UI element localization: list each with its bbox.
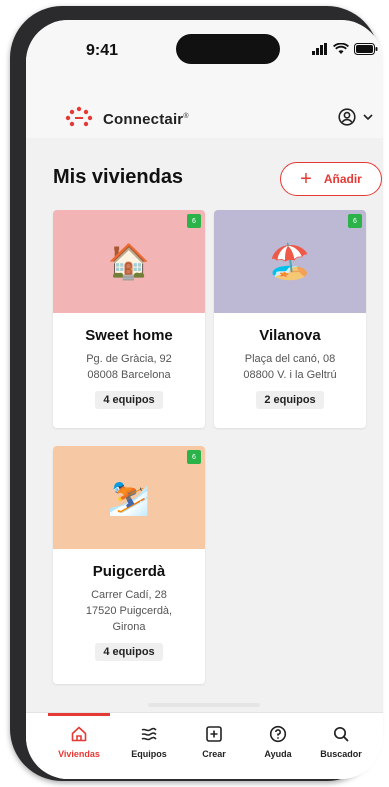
home-address-line1: Carrer Cadí, 28 <box>91 589 167 601</box>
chevron-down-icon <box>363 114 373 121</box>
home-address-line2: 08008 Barcelona <box>87 369 171 381</box>
connectair-logo-icon <box>65 106 93 127</box>
badge-icon: 6 <box>187 214 201 228</box>
home-address-line3: Girona <box>112 621 146 633</box>
user-circle-icon <box>338 108 356 126</box>
home-icon <box>71 726 87 742</box>
home-address-line1: Plaça del canó, 08 <box>244 353 336 365</box>
search-icon <box>333 726 349 742</box>
home-image: ⛷️ 6 <box>53 446 205 549</box>
home-address-line2: 08800 V. i la Geltrú <box>243 369 337 381</box>
home-address-line1: Pg. de Gràcia, 92 <box>86 353 172 365</box>
devices-count-badge: 4 equipos <box>95 391 163 409</box>
devices-count-badge: 4 equipos <box>95 643 163 661</box>
status-time: 9:41 <box>86 42 119 59</box>
home-image: 🏖️ 6 <box>214 210 366 313</box>
home-info: Sweet home Pg. de Gràcia, 92 08008 Barce… <box>53 313 205 409</box>
app-header: Connectair® <box>26 76 383 138</box>
brand-logo[interactable]: Connectair® <box>63 106 189 132</box>
home-name: Sweet home <box>85 327 173 344</box>
plus-square-icon <box>206 726 222 742</box>
brand-text: Connectair <box>103 110 184 128</box>
active-tab-indicator <box>48 713 110 716</box>
page-title: Mis viviendas <box>53 166 184 188</box>
tab-ayuda[interactable]: Ayuda <box>243 725 313 759</box>
home-card-vilanova[interactable]: 🏖️ 6 Vilanova Plaça del canó, 08 08800 V… <box>214 210 366 428</box>
tab-crear[interactable]: Crear <box>179 725 249 759</box>
plus-icon: + <box>300 168 312 190</box>
brand-registered-mark: ® <box>183 112 189 120</box>
tab-label: Crear <box>202 749 226 759</box>
tab-viviendas[interactable]: Viviendas <box>44 725 114 759</box>
home-name: Puigcerdà <box>92 563 166 580</box>
add-button-label: Añadir <box>323 172 362 186</box>
tab-label: Equipos <box>131 749 167 759</box>
tab-equipos[interactable]: Equipos <box>114 725 184 759</box>
tab-buscador[interactable]: Buscador <box>306 725 376 759</box>
add-home-button[interactable]: + Añadir <box>280 162 382 196</box>
home-address-line2: 17520 Puigcerdà, <box>85 605 173 617</box>
status-bar: 9:41 <box>26 20 383 76</box>
devices-count-badge: 2 equipos <box>256 391 324 409</box>
app-screen: 9:41 Connectair® Mis viviendas + Añadir … <box>26 20 383 779</box>
home-image: 🏠 6 <box>53 210 205 313</box>
wind-icon <box>141 727 157 741</box>
signal-icon <box>312 43 327 55</box>
brand-name: Connectair® <box>103 111 189 128</box>
tab-label: Viviendas <box>58 749 100 759</box>
battery-icon <box>354 43 378 55</box>
wifi-icon <box>333 43 349 54</box>
home-card-puigcerda[interactable]: ⛷️ 6 Puigcerdà Carrer Cadí, 28 17520 Pui… <box>53 446 205 684</box>
status-icons <box>312 42 378 56</box>
tab-label: Ayuda <box>264 749 292 759</box>
scroll-hint <box>148 703 260 707</box>
skier-icon: ⛷️ <box>107 478 151 517</box>
account-menu[interactable] <box>338 108 373 126</box>
bottom-tab-bar: Viviendas Equipos Crear Ayuda Buscador <box>26 712 383 779</box>
badge-icon: 6 <box>348 214 362 228</box>
home-info: Puigcerdà Carrer Cadí, 28 17520 Puigcerd… <box>53 549 205 661</box>
home-info: Vilanova Plaça del canó, 08 08800 V. i l… <box>214 313 366 409</box>
home-card-sweet-home[interactable]: 🏠 6 Sweet home Pg. de Gràcia, 92 08008 B… <box>53 210 205 428</box>
beach-umbrella-icon: 🏖️ <box>268 242 312 281</box>
tab-label: Buscador <box>320 749 362 759</box>
help-icon <box>269 725 287 743</box>
dynamic-island <box>176 34 280 64</box>
badge-icon: 6 <box>187 450 201 464</box>
home-name: Vilanova <box>259 327 321 344</box>
house-icon: 🏠 <box>107 242 151 281</box>
phone-frame: 9:41 Connectair® Mis viviendas + Añadir … <box>10 6 383 781</box>
